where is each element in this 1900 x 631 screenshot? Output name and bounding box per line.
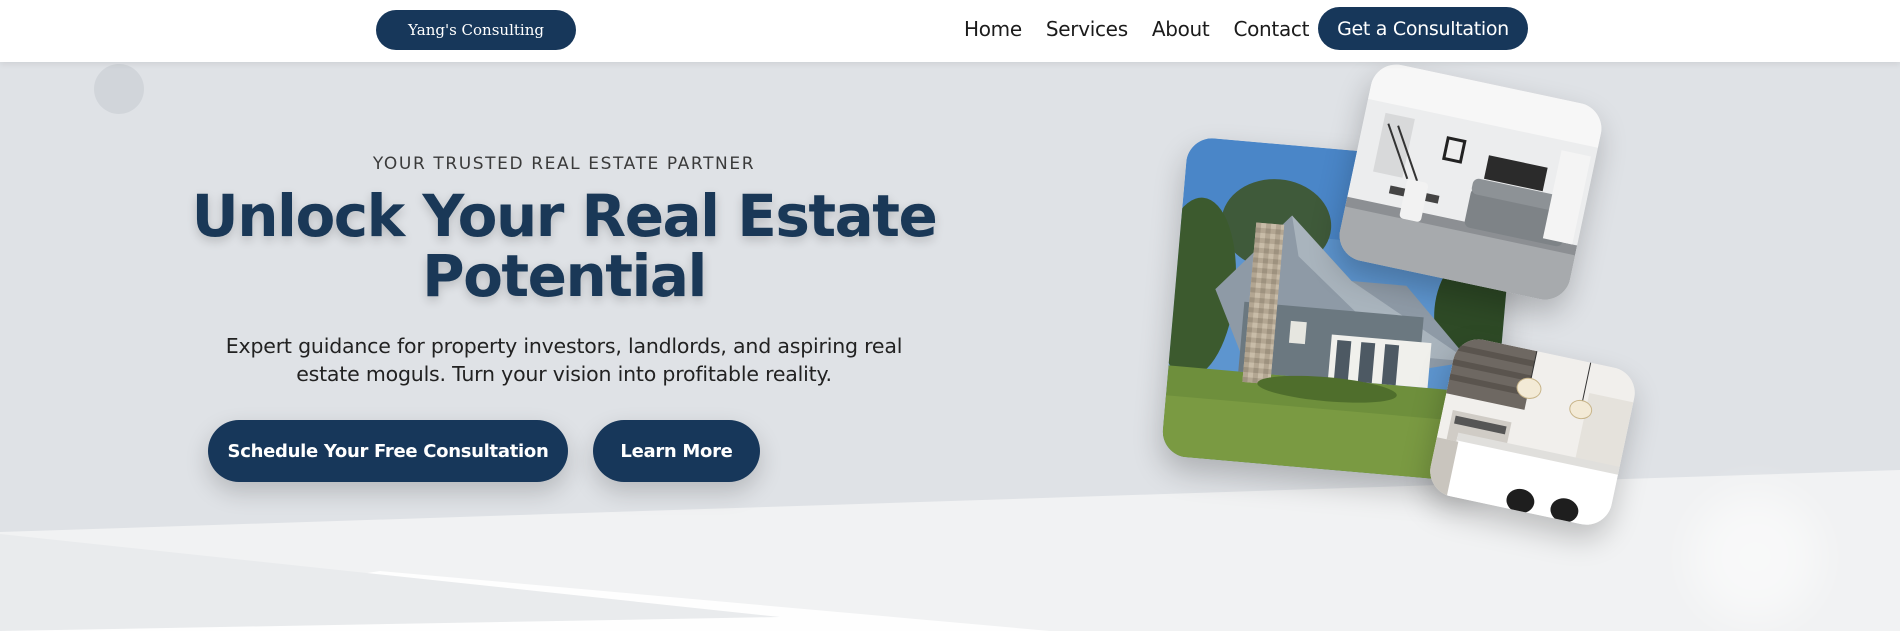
brand-logo[interactable]: Yang's Consulting [376,10,576,50]
decorative-circle [94,64,144,114]
hero-eyebrow: YOUR TRUSTED REAL ESTATE PARTNER [372,154,756,174]
site-header: Yang's Consulting Home Services About Co… [0,0,1900,62]
main-nav: Home Services About Contact [964,0,1333,58]
learn-more-button[interactable]: Learn More [593,420,760,482]
get-consultation-button[interactable]: Get a Consultation [1318,7,1528,50]
nav-contact[interactable]: Contact [1233,17,1309,41]
hero-subtext: Expert guidance for property investors, … [225,334,903,386]
nav-services[interactable]: Services [1046,17,1128,41]
hero-section: YOUR TRUSTED REAL ESTATE PARTNER Unlock … [0,62,1900,631]
nav-about[interactable]: About [1152,17,1210,41]
hero-headline: Unlock Your Real Estate Potential [191,182,938,310]
decorative-glow [1690,492,1820,622]
schedule-consultation-button[interactable]: Schedule Your Free Consultation [208,420,568,482]
nav-home[interactable]: Home [964,17,1022,41]
